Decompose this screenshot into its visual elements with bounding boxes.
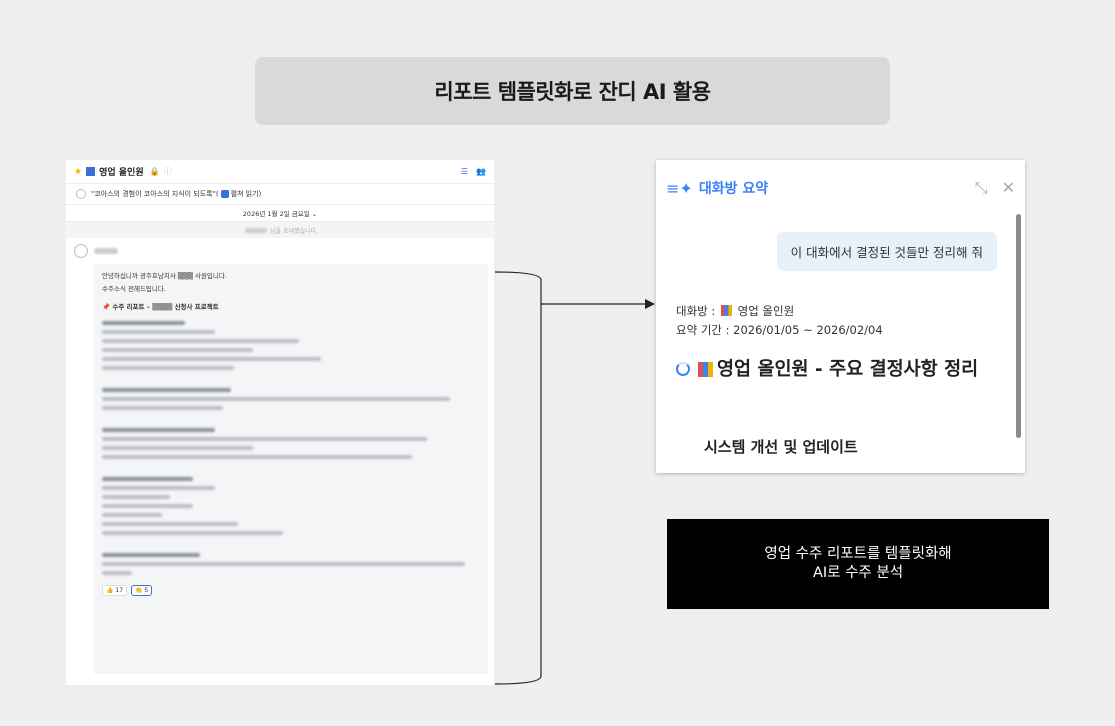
summary-panel: ≡✦ 대화방 요약 ⤡ ✕ 이 대화에서 결정된 것들만 정리해 줘 대화방 :… (656, 160, 1025, 473)
user-message: 이 대화에서 결정된 것들만 정리해 줘 (776, 232, 997, 271)
room-label: 대화방 : (676, 304, 716, 318)
scrollbar[interactable] (1016, 214, 1021, 438)
loading-icon (676, 362, 690, 376)
caption-box: 영업 수주 리포트를 템플릿화해 AI로 수주 분석 (667, 519, 1049, 609)
summary-meta: 대화방 : 영업 올인원 요약 기간 : 2026/01/05 ~ 2026/0… (676, 302, 883, 340)
summary-period: 요약 기간 : 2026/01/05 ~ 2026/02/04 (676, 323, 883, 337)
chart-icon (698, 362, 713, 377)
summary-heading: 영업 올인원 - 주요 결정사항 정리 (676, 358, 996, 381)
close-icon[interactable]: ✕ (1002, 178, 1015, 198)
ai-list-icon: ≡✦ (666, 178, 693, 198)
summary-subheading: 시스템 개선 및 업데이트 (704, 438, 858, 456)
room-name: 영업 올인원 (737, 304, 795, 318)
caption-line-1: 영업 수주 리포트를 템플릿화해 (764, 546, 952, 562)
panel-header: ≡✦ 대화방 요약 ⤡ ✕ (656, 160, 1025, 216)
panel-title: 대화방 요약 (698, 181, 769, 197)
chart-icon (720, 305, 732, 316)
caption-line-2: AI로 수주 분석 (812, 565, 904, 581)
collapse-icon[interactable]: ⤡ (975, 178, 988, 198)
